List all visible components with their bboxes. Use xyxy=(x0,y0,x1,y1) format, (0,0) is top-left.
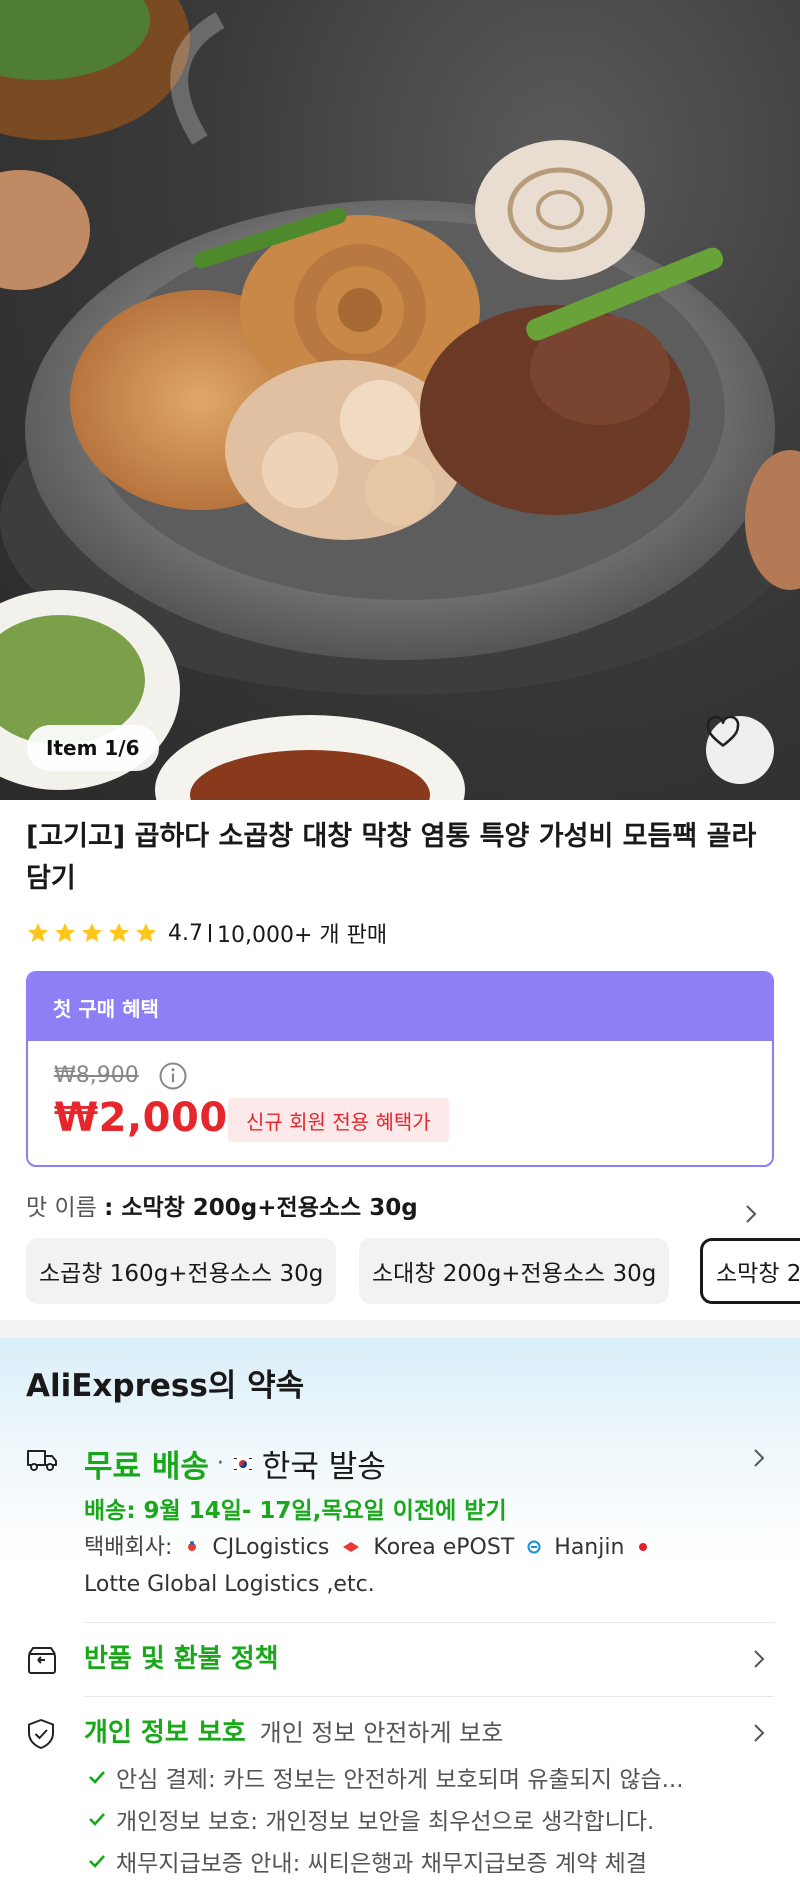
privacy-benefit-text: 안심 결제: 카드 정보는 안전하게 보호되며 유출되지 않습... xyxy=(116,1767,684,1793)
carrier-name: Hanjin xyxy=(554,1535,625,1560)
star-icon xyxy=(55,923,75,942)
row-divider xyxy=(84,1622,774,1623)
list-item: 개인정보 보호: 개인정보 보안을 최우선으로 생각합니다. xyxy=(88,1798,778,1840)
privacy-subtitle: 개인 정보 안전하게 보호 xyxy=(259,1719,504,1747)
cj-logo-icon xyxy=(188,1541,197,1551)
original-price: ₩8,900 xyxy=(54,1063,139,1088)
new-member-badge: 신규 회원 전용 혜택가 xyxy=(228,1098,449,1142)
rating-value: 4.7 xyxy=(168,920,203,946)
check-icon xyxy=(89,1813,105,1826)
epost-logo-icon xyxy=(343,1542,360,1552)
row-divider xyxy=(84,1696,774,1697)
variant-label[interactable]: 맛 이름 : 소막창 200g+전용소스 30g xyxy=(26,1188,418,1222)
heart-icon xyxy=(706,716,740,747)
variant-option-selected[interactable]: 소막창 200g+전용소스 30g xyxy=(700,1238,800,1304)
variant-option[interactable]: 소곱창 160g+전용소스 30g xyxy=(26,1238,337,1304)
variant-option-label: 소대창 200g+전용소스 30g xyxy=(372,1261,657,1287)
offer-header: 첫 구매 혜택 xyxy=(28,973,772,1041)
shield-check-icon xyxy=(28,1719,54,1749)
variant-option[interactable]: 소대창 200g+전용소스 30g xyxy=(359,1238,670,1304)
return-box-icon xyxy=(28,1647,56,1674)
separator-dot: · xyxy=(216,1451,224,1476)
star-rating xyxy=(26,921,158,945)
chevron-right-icon[interactable] xyxy=(752,1447,766,1469)
image-counter-badge: Item 1/6 xyxy=(27,725,159,771)
refund-policy-text: 반품 및 환불 정책 xyxy=(84,1644,279,1674)
variant-selected-value: : 소막창 200g+전용소스 30g xyxy=(104,1195,418,1221)
add-to-wishlist-button[interactable] xyxy=(706,716,774,784)
privacy-benefit-text: 개인정보 보호: 개인정보 보안을 최우선으로 생각합니다. xyxy=(116,1809,655,1835)
hanjin-logo-icon xyxy=(527,1540,541,1554)
star-icon xyxy=(136,923,156,942)
sold-count: 10,000+ 개 판매 xyxy=(217,923,388,948)
ship-origin: 한국 발송 xyxy=(261,1449,386,1485)
offer-header-text: 첫 구매 혜택 xyxy=(53,996,159,1021)
truck-icon xyxy=(27,1450,57,1471)
carrier-label: 택배회사: xyxy=(84,1535,173,1560)
product-image-gallery[interactable]: Item 1/6 xyxy=(0,0,800,800)
check-icon xyxy=(89,1855,105,1868)
first-purchase-offer-card[interactable]: 첫 구매 혜택 ₩8,900 ₩2,000 신규 회원 전용 혜택가 xyxy=(26,971,774,1167)
carrier-list: 택배회사: CJLogistics Korea ePOST Hanjin Lot… xyxy=(84,1529,774,1603)
section-divider xyxy=(0,1320,800,1338)
privacy-benefit-text: 채무지급보증 안내: 씨티은행과 채무지급보증 계약 체결 xyxy=(116,1851,647,1877)
carrier-name: Korea ePOST xyxy=(373,1535,515,1560)
rating-row[interactable]: 4.7 10,000+ 개 판매 xyxy=(26,916,387,950)
refund-policy-link[interactable]: 반품 및 환불 정책 xyxy=(84,1638,279,1675)
list-item: 채무지급보증 안내: 씨티은행과 채무지급보증 계약 체결 xyxy=(88,1840,778,1882)
star-icon xyxy=(109,923,129,942)
info-icon[interactable] xyxy=(158,1061,188,1091)
check-icon xyxy=(89,1771,105,1784)
chevron-right-icon[interactable] xyxy=(744,1203,758,1225)
privacy-title: 개인 정보 보호 xyxy=(84,1718,246,1748)
star-icon xyxy=(82,923,102,942)
chevron-right-icon[interactable] xyxy=(752,1722,766,1744)
korea-flag-icon xyxy=(231,1455,254,1472)
carrier-name: CJLogistics xyxy=(212,1535,330,1560)
promise-title: AliExpress의 약속 xyxy=(26,1368,305,1404)
variant-options: 소곱창 160g+전용소스 30g 소대창 200g+전용소스 30g 소막창 … xyxy=(26,1238,800,1306)
variant-option-label: 소막창 200g+전용소스 30g xyxy=(716,1261,800,1287)
shipping-row[interactable]: 무료 배송 · 한국 발송 xyxy=(84,1441,386,1486)
privacy-protection-row[interactable]: 개인 정보 보호 개인 정보 안전하게 보호 xyxy=(84,1712,503,1749)
image-counter-text: Item 1/6 xyxy=(46,736,140,760)
privacy-benefit-list: 안심 결제: 카드 정보는 안전하게 보호되며 유출되지 않습... 개인정보 … xyxy=(88,1756,778,1882)
delivery-estimate: 배송: 9월 14일- 17일,목요일 이전에 받기 xyxy=(84,1498,507,1524)
variant-label-name: 맛 이름 xyxy=(26,1195,97,1221)
variant-option-label: 소곱창 160g+전용소스 30g xyxy=(39,1261,324,1287)
lotte-logo-icon xyxy=(639,1543,648,1551)
rating-divider xyxy=(209,924,211,942)
chevron-right-icon[interactable] xyxy=(752,1648,766,1670)
star-icon xyxy=(28,923,48,942)
sale-price: ₩2,000 xyxy=(54,1095,228,1141)
carrier-name: Lotte Global Logistics ,etc. xyxy=(84,1572,375,1597)
product-photo xyxy=(0,0,800,800)
list-item: 안심 결제: 카드 정보는 안전하게 보호되며 유출되지 않습... xyxy=(88,1756,778,1798)
free-shipping-label: 무료 배송 xyxy=(84,1449,209,1485)
product-title: [고기고] 곱하다 소곱창 대창 막창 염통 특양 가성비 모듬팩 골라담기 xyxy=(26,821,757,894)
